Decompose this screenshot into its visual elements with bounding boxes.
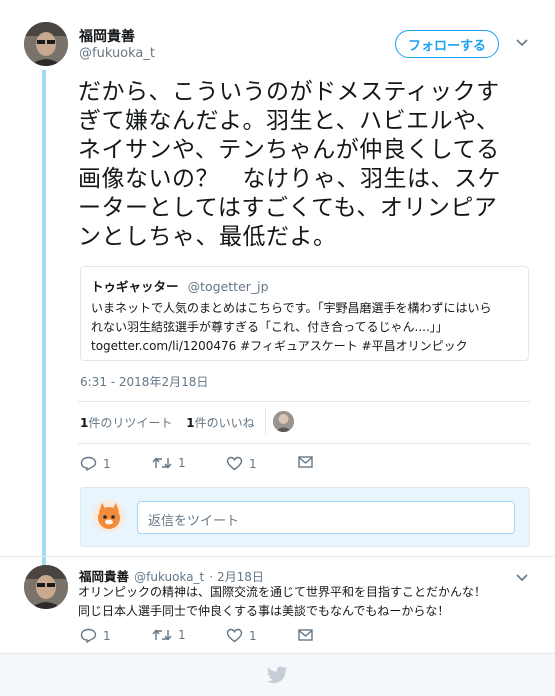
reply-text-line: オリンピックの精神は、国際交流を通じて世界平和を目指すことだかんな！ bbox=[78, 585, 487, 599]
retweet-stat[interactable]: 1件のリツイート bbox=[80, 416, 172, 430]
message-icon bbox=[298, 629, 313, 641]
liker-avatar[interactable] bbox=[273, 411, 294, 432]
follow-button[interactable]: フォローする bbox=[395, 30, 499, 58]
quote-author-handle: @togetter_jp bbox=[187, 279, 269, 294]
like-icon bbox=[226, 628, 243, 643]
tweet-timestamp[interactable]: 6:31 - 2018年2月18日 bbox=[80, 373, 208, 390]
reply-author-avatar[interactable] bbox=[24, 565, 68, 609]
tweet-text: だから、こういうのがドメスティックす ぎて嫌なんだよ。羽生と、ハビエルや、 ネイ… bbox=[78, 78, 538, 252]
quote-author-name: トゥギャッター bbox=[91, 279, 179, 294]
like-stat-label: 件のいいね bbox=[194, 416, 255, 430]
viewer-avatar bbox=[93, 500, 125, 532]
reply-action[interactable]: 1 bbox=[80, 628, 111, 643]
author-avatar[interactable] bbox=[24, 22, 68, 66]
tweet-text-line: ネイサンや、テンちゃんが仲良くしてる bbox=[78, 137, 500, 163]
retweet-count: 1 bbox=[178, 628, 186, 642]
reply-text-line: 同じ日本人選手同士で仲良くする事は美談でもなんでもねーからな！ bbox=[78, 604, 450, 618]
reply-date[interactable]: · 2月18日 bbox=[209, 570, 264, 584]
reply-count: 1 bbox=[103, 456, 111, 471]
message-action[interactable] bbox=[298, 456, 313, 468]
message-icon bbox=[298, 456, 313, 468]
retweet-count: 1 bbox=[178, 456, 186, 470]
message-action[interactable] bbox=[298, 629, 313, 641]
like-action[interactable]: 1 bbox=[226, 628, 257, 643]
stats-separator bbox=[265, 408, 266, 434]
quote-text-line: いまネットで人気のまとめはこちらです。「宇野昌磨選手を構わずにはいら bbox=[91, 301, 492, 315]
reply-icon bbox=[80, 456, 97, 471]
follow-label: フォローする bbox=[407, 38, 486, 54]
tweet-text-line: ーターとしてはすごくても、オリンピア bbox=[78, 195, 498, 221]
divider bbox=[78, 401, 530, 402]
footer bbox=[0, 653, 555, 696]
like-count: 1 bbox=[249, 456, 257, 471]
like-stat-count: 1 bbox=[186, 416, 195, 430]
thread-line bbox=[42, 70, 46, 566]
like-count: 1 bbox=[249, 628, 257, 643]
reply-input[interactable]: 返信をツイート bbox=[137, 501, 515, 534]
reply-action[interactable]: 1 bbox=[80, 456, 111, 471]
retweet-action[interactable]: 1 bbox=[152, 456, 186, 470]
reply-author-name[interactable]: 福岡貴善 bbox=[79, 569, 129, 584]
retweet-stat-label: 件のリツイート bbox=[88, 416, 173, 430]
chevron-down-icon[interactable] bbox=[516, 36, 528, 51]
like-icon bbox=[226, 456, 243, 471]
reply-composer: 返信をツイート bbox=[80, 487, 530, 547]
retweet-action[interactable]: 1 bbox=[152, 628, 186, 642]
quote-text-line: れない羽生結弦選手が尊すぎる「これ、付き合ってるじゃん....」」 bbox=[91, 320, 448, 334]
tweet-stats: 1件のリツイート 1件のいいね bbox=[80, 414, 255, 431]
reply-text: オリンピックの精神は、国際交流を通じて世界平和を目指すことだかんな！ 同じ日本人… bbox=[78, 583, 538, 621]
divider bbox=[0, 556, 555, 557]
tweet-text-line: ンとしちゃ、最低だよ。 bbox=[78, 224, 337, 250]
reply-count: 1 bbox=[103, 628, 111, 643]
reply-icon bbox=[80, 628, 97, 643]
tweet-text-line: だから、こういうのがドメスティックす bbox=[78, 79, 500, 105]
reply-author-handle[interactable]: @fukuoka_t bbox=[134, 570, 204, 584]
author-handle[interactable]: @fukuoka_t bbox=[79, 46, 155, 61]
tweet-text-line: ぎて嫌なんだよ。羽生と、ハビエルや、 bbox=[78, 108, 500, 134]
like-stat[interactable]: 1件のいいね bbox=[186, 416, 254, 430]
like-action[interactable]: 1 bbox=[226, 456, 257, 471]
quote-text-line: togetter.com/li/1200476 #フィギュアスケート #平昌オリ… bbox=[91, 339, 468, 353]
bird-icon bbox=[266, 666, 288, 688]
author-name[interactable]: 福岡貴善 bbox=[79, 26, 135, 46]
retweet-icon bbox=[152, 629, 172, 641]
divider bbox=[78, 443, 530, 444]
quoted-tweet[interactable]: トゥギャッター @togetter_jp いまネットで人気のまとめはこちらです。… bbox=[80, 266, 529, 361]
retweet-icon bbox=[152, 457, 172, 469]
tweet-text-line: 画像ないの？ なけりゃ、羽生は、スケ bbox=[78, 166, 501, 192]
